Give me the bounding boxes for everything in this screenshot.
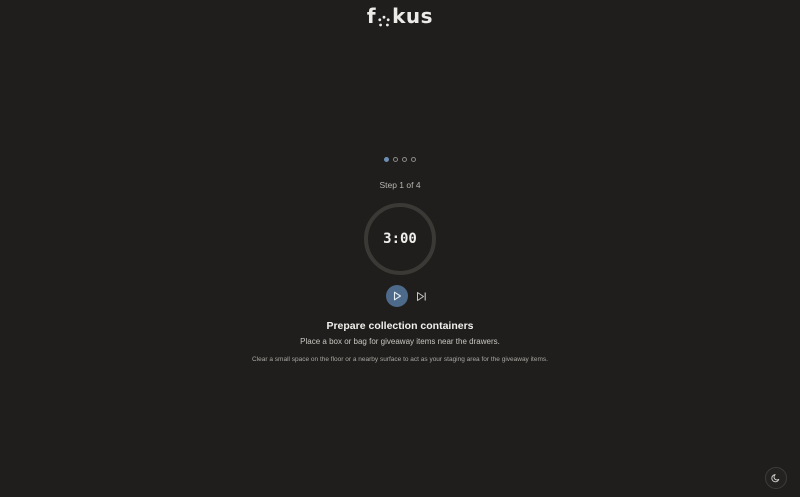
task-description: Clear a small space on the floor or a ne… xyxy=(252,356,548,363)
step-dot-1[interactable] xyxy=(384,157,389,162)
task-title: Prepare collection containers xyxy=(326,320,474,332)
step-counter: Step 1 of 4 xyxy=(379,180,421,190)
step-progress-dots xyxy=(0,157,800,162)
step-dot-4[interactable] xyxy=(411,157,416,162)
task-subtitle: Place a box or bag for giveaway items ne… xyxy=(300,337,500,346)
skip-forward-icon xyxy=(416,291,427,302)
play-button[interactable] xyxy=(385,285,408,307)
app-logo: f kus xyxy=(0,4,800,28)
theme-toggle-button[interactable] xyxy=(765,467,787,489)
app-page: f kus Step 1 of 4 3:00 Prepare collectio… xyxy=(0,0,800,497)
play-icon xyxy=(392,291,402,301)
step-dot-3[interactable] xyxy=(402,157,407,162)
moon-icon xyxy=(771,473,781,483)
logo-text-end: kus xyxy=(392,4,434,28)
skip-button[interactable] xyxy=(415,289,429,303)
timer-controls xyxy=(0,285,800,307)
logo-mark-icon xyxy=(377,10,391,27)
timer-ring: 3:00 xyxy=(362,201,438,277)
logo-text-start: f xyxy=(366,4,377,28)
step-dot-2[interactable] xyxy=(393,157,398,162)
timer-display: 3:00 xyxy=(383,231,417,247)
